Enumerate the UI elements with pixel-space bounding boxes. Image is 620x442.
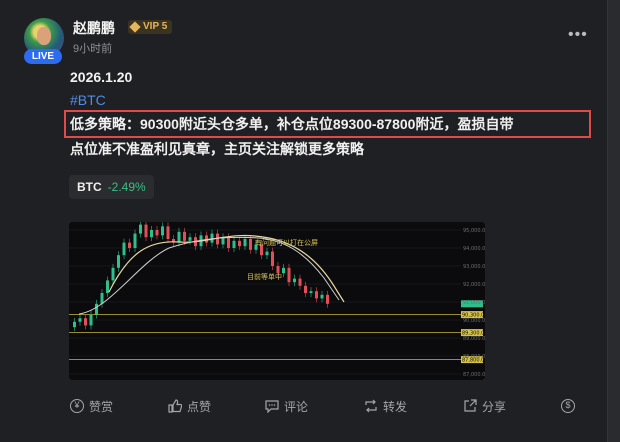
candle-body — [122, 242, 126, 256]
candle-body — [73, 321, 76, 328]
candle-body — [238, 240, 241, 247]
post-text-line-2: 点位准不准盈利见真章，主页关注解锁更多策略 — [70, 141, 364, 157]
candle-body — [100, 293, 104, 304]
candle-body — [232, 240, 236, 248]
share-icon — [463, 399, 477, 413]
candle-body — [95, 303, 98, 315]
comment-button[interactable]: 评论 — [265, 393, 308, 419]
candle-body — [249, 239, 252, 250]
candle-body — [128, 242, 131, 248]
price-tick-label: 90,000.0 — [463, 318, 485, 324]
chart-image[interactable]: 90,300.0 89,300.0 87,800.0 有问题可以打在公屏 目前等单中… — [69, 222, 485, 380]
candle-body — [84, 318, 87, 326]
candle-body — [227, 237, 230, 248]
candle-body — [139, 224, 142, 234]
candle-body — [89, 314, 93, 326]
like-label: 点赞 — [187, 399, 212, 414]
candlestick-chart: 90,300.089,300.087,800.0 有问题可以打在公屏 目前等单中… — [69, 222, 485, 380]
like-button[interactable]: 点赞 — [168, 393, 211, 419]
reward-label: 赞赏 — [89, 399, 114, 414]
post-time: 9小时前 — [73, 43, 113, 55]
candle-body — [326, 294, 329, 304]
tip-button[interactable]: $ — [561, 393, 575, 419]
vip-gem-icon — [129, 21, 141, 33]
candle-body — [304, 285, 307, 293]
hashtag-link[interactable]: #BTC — [70, 92, 106, 108]
post-card: LIVE 赵鹏鹏 VIP 5 9小时前 ••• 2026.1.20 #BTC 低… — [0, 0, 608, 442]
candle-body — [298, 278, 302, 286]
reward-button[interactable]: ¥ 赞赏 — [70, 393, 113, 419]
ticker-change: -2.49% — [107, 180, 146, 194]
price-tick-label: 94,000.0 — [463, 246, 485, 252]
candle-body — [320, 294, 324, 299]
candle-body — [243, 239, 247, 247]
candle-body — [309, 291, 313, 293]
comment-label: 评论 — [284, 399, 309, 414]
candle-body — [117, 255, 120, 268]
chart-annotation-1: 有问题可以打在公屏 — [255, 238, 318, 247]
ticker-symbol: BTC — [77, 180, 102, 194]
candle-body — [133, 233, 137, 248]
price-axis: 95,000.0 94,000.0 93,000.0 92,000.0 91,000.0… — [463, 228, 485, 378]
price-tick-label: 92,000.0 — [463, 282, 485, 288]
price-tick-label: 93,000.0 — [463, 264, 485, 270]
repost-icon — [364, 399, 378, 413]
vip-badge: VIP 5 — [128, 20, 173, 34]
candle-body — [166, 226, 170, 239]
price-tick-label: 91,000.0 — [463, 300, 485, 306]
repost-label: 转发 — [383, 399, 408, 414]
post-date-line: 2026.1.20 — [70, 69, 133, 85]
chart-annotation-2: 目前等单中 — [247, 272, 282, 281]
share-label: 分享 — [482, 399, 507, 414]
candle-body — [155, 230, 159, 236]
action-bar: ¥ 赞赏 点赞 评论 转发 分享 $ — [0, 393, 608, 419]
price-tick-label: 95,000.0 — [463, 228, 485, 234]
more-options-icon[interactable]: ••• — [568, 26, 588, 44]
candle-body — [271, 251, 274, 266]
avatar-face — [37, 27, 51, 45]
candle-body — [183, 231, 186, 241]
price-tick-label: 88,000.0 — [463, 354, 485, 360]
live-badge[interactable]: LIVE — [24, 49, 62, 64]
price-tick-label: 89,000.0 — [463, 336, 485, 342]
candle-body — [78, 318, 82, 322]
candle-body — [106, 280, 109, 293]
candle-body — [210, 233, 214, 243]
ticker-chip[interactable]: BTC -2.49% — [69, 175, 154, 199]
candle-body — [144, 224, 148, 238]
candle-body — [315, 291, 318, 299]
page-scrollbar[interactable] — [607, 0, 620, 442]
coin-icon: ¥ — [70, 399, 84, 413]
share-button[interactable]: 分享 — [463, 393, 506, 419]
comment-icon — [265, 399, 279, 414]
candle-body — [265, 251, 269, 256]
price-tick-label: 87,000.0 — [463, 372, 485, 378]
thumbs-up-icon — [168, 399, 183, 413]
post-text-line-1: 低多策略：90300附近头仓多单，补仓点位89300-87800附近，盈损自带 — [70, 116, 514, 132]
candle-body — [282, 267, 285, 274]
candle-body — [188, 237, 192, 241]
candle-body — [161, 226, 164, 236]
candle-body — [111, 267, 115, 281]
repost-button[interactable]: 转发 — [364, 393, 407, 419]
candle-body — [293, 278, 296, 283]
candle-body — [150, 230, 153, 238]
candle-body — [177, 231, 181, 243]
username[interactable]: 赵鹏鹏 — [73, 18, 115, 38]
vip-label: VIP 5 — [143, 21, 168, 32]
candle-body — [287, 267, 291, 283]
dollar-icon: $ — [561, 399, 575, 413]
